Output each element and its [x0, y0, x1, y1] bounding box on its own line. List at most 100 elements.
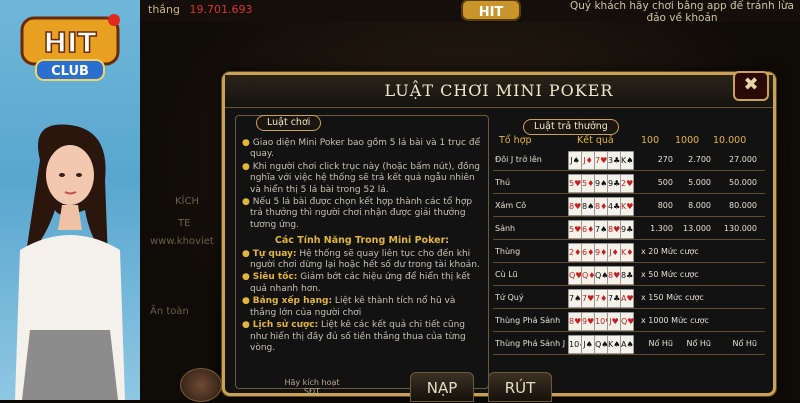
header-result: Kết quả	[577, 135, 614, 146]
playing-card: K♦	[620, 243, 634, 262]
payout-row: Xám Cô 8♥ 8♠ 8♦ 4♣ K♥ 800 8.000 80.000	[493, 195, 765, 217]
payout-row-name: Đôi J trở lên	[495, 155, 542, 164]
header-combo: Tổ hợp	[499, 135, 532, 146]
feature-item: ● Lịch sử cược: Liệt kê các kết quả chi …	[242, 320, 466, 353]
payout-row: Thú 5♥ 5♦ 9♠ 9♣ 2♥ 500 5.000 50.000	[493, 172, 765, 194]
features-title: Các Tính Năng Trong Mini Poker:	[274, 235, 450, 247]
payout-row-cards: 8♥ 8♠ 8♦ 4♣ K♥	[568, 197, 634, 216]
payout-value-v100: Nổ Hũ	[648, 339, 673, 348]
rule-paragraph: ● Nếu 5 lá bài được chọn kết hợp thành c…	[242, 197, 473, 230]
playing-card: 9♠	[594, 174, 608, 193]
playing-card: Q♠	[594, 266, 608, 285]
payout-value-v10000: 50.000	[729, 178, 757, 187]
playing-card: K♠	[607, 335, 621, 354]
payout-row: Cù Lũ Q♥ Q♦ Q♠ 8♥ 8♣ x 50 Mức cược	[493, 264, 765, 286]
payout-row-cards: 5♥ 6♦ 7♠ 8♥ 9♣	[568, 220, 634, 239]
playing-card: Q♠	[594, 335, 608, 354]
payout-row-name: Thùng Phá Sảnh	[495, 316, 561, 325]
playing-card: K♠	[620, 151, 634, 170]
payout-row-name: Tứ Quý	[495, 293, 524, 302]
payout-multiplier: x 1000 Mức cược	[641, 316, 709, 325]
rules-section: Luật chơi ● Giao diện Mini Poker bao gồm…	[235, 115, 489, 389]
payout-row-name: Xám Cô	[495, 201, 527, 210]
playing-card: 5♥	[568, 174, 582, 193]
playing-card: 7♦	[594, 289, 608, 308]
payout-row-cards: Q♥ Q♦ Q♠ 8♥ 8♣	[568, 266, 634, 285]
payout-row-name: Thùng	[495, 247, 521, 256]
payout-row: Đôi J trở lên J♠ J♦ 7♥ 3♣ K♠ 270 2.700 27.000	[493, 149, 765, 171]
header-10000: 10.000	[713, 135, 747, 146]
payout-row-cards: 2♦ 6♦ 9♦ J♦ K♦	[568, 243, 634, 262]
playing-card: J♦	[607, 243, 621, 262]
playing-card: J♠	[568, 151, 582, 170]
payout-value-v100: 800	[657, 201, 673, 210]
playing-card: 7♥	[594, 151, 608, 170]
withdraw-button[interactable]: RÚT	[488, 372, 552, 402]
playing-card: J♠	[581, 335, 595, 354]
playing-card: 10♠	[568, 335, 586, 354]
header-100: 100	[641, 135, 660, 146]
playing-card: Q♦	[581, 266, 595, 285]
payout-value-v100: 270	[657, 155, 673, 164]
hit-club-top-logo: HIT	[461, 0, 521, 21]
payout-value-v100: 1.300	[650, 224, 673, 233]
payout-value-v100: 500	[657, 178, 673, 187]
playing-card: 2♦	[568, 243, 582, 262]
payout-value-v1000: Nổ Hũ	[686, 339, 711, 348]
rules-text: ● Giao diện Mini Poker bao gồm 5 lá bài …	[242, 138, 482, 355]
rules-dialog: LUẬT CHƠI MINI POKER ✖ Luật chơi ● Giao …	[222, 71, 776, 396]
side-site-text: www.khoviet	[150, 236, 214, 247]
playing-card: 7♠	[568, 289, 582, 308]
side-text-a: Ăn toàn	[150, 306, 189, 317]
playing-card: 8♥	[568, 312, 582, 331]
feature-item: ● Siêu tốc: Giảm bớt các hiệu ứng để hiể…	[242, 272, 471, 294]
payout-multiplier: x 50 Mức cược	[641, 270, 699, 279]
top-logo-text: HIT	[479, 5, 504, 20]
user-avatar[interactable]	[180, 368, 222, 402]
feature-item: ● Bảng xếp hạng: Liệt kê thành tích nổ h…	[242, 296, 456, 318]
playing-card: 6♦	[581, 220, 595, 239]
payout-row-name: Thùng Phá Sảnh J	[495, 339, 566, 348]
playing-card: 8♣	[620, 266, 634, 285]
payout-multiplier: x 150 Mức cược	[641, 293, 704, 302]
payout-row: Sảnh 5♥ 6♦ 7♠ 8♥ 9♣ 1.300 13.000 130.000	[493, 218, 765, 240]
activate-phone-hint[interactable]: Hãy kích hoạt SĐT	[282, 378, 342, 396]
playing-card: 8♥	[607, 266, 621, 285]
playing-card: 8♠	[581, 197, 595, 216]
hit-club-logo: HIT CLUB	[20, 14, 120, 81]
notice-banner: Quý khách hãy chơi bằng app để tránh lừa…	[570, 0, 794, 24]
payout-value-v1000: 8.000	[688, 201, 711, 210]
side-text-b: TE	[178, 218, 191, 229]
rule-paragraph: ● Khi người chơi click trục này (hoặc bấ…	[242, 161, 481, 195]
payout-row-name: Cù Lũ	[495, 270, 518, 279]
payout-section: Luật trả thưởng Tổ hợp Kết quả 100 1000 …	[493, 115, 767, 387]
payout-row: Thùng 2♦ 6♦ 9♦ J♦ K♦ x 20 Mức cược	[493, 241, 765, 263]
model-illustration	[15, 124, 125, 400]
rule-paragraph: ● Giao diện Mini Poker bao gồm 5 lá bài …	[242, 138, 481, 160]
payout-row-cards: 10♠ J♠ Q♠ K♠ A♠	[568, 335, 634, 354]
playing-card: 9♦	[594, 243, 608, 262]
playing-card: 4♣	[607, 197, 621, 216]
payout-value-v1000: 2.700	[688, 155, 711, 164]
payout-row-cards: J♠ J♦ 7♥ 3♣ K♠	[568, 151, 634, 170]
playing-card: 5♥	[568, 220, 582, 239]
payout-value-v1000: 13.000	[683, 224, 711, 233]
playing-card: 9♥	[581, 312, 595, 331]
playing-card: 8♥	[568, 197, 582, 216]
deposit-button[interactable]: NẠP	[410, 372, 474, 402]
playing-card: Q♥	[620, 312, 634, 331]
playing-card: 7♣	[607, 289, 621, 308]
winnings-display: thắng 19.701.693	[148, 3, 252, 16]
playing-card: 9♣	[620, 220, 634, 239]
payout-row: Thùng Phá Sảnh J 10♠ J♠ Q♠ K♠ A♠ Nổ Hũ Nổ Hũ Nổ …	[493, 333, 765, 355]
winnings-amount: 19.701.693	[189, 3, 253, 16]
close-button[interactable]: ✖	[733, 71, 769, 101]
side-text-c: KÍCH	[175, 196, 200, 207]
payout-row: Thùng Phá Sảnh 8♥ 9♥ 10♥ J♥ Q♥ x 1000 Mức cược	[493, 310, 765, 332]
payout-row-cards: 5♥ 5♦ 9♠ 9♣ 2♥	[568, 174, 634, 193]
payout-table-header: Tổ hợp Kết quả 100 1000 10.000	[493, 133, 765, 147]
playing-card: A♠	[620, 335, 634, 354]
payout-value-v10000: 130.000	[723, 224, 757, 233]
payout-row: Tứ Quý 7♠ 7♥ 7♦ 7♣ A♥ x 150 Mức cược	[493, 287, 765, 309]
playing-card: 5♦	[581, 174, 595, 193]
